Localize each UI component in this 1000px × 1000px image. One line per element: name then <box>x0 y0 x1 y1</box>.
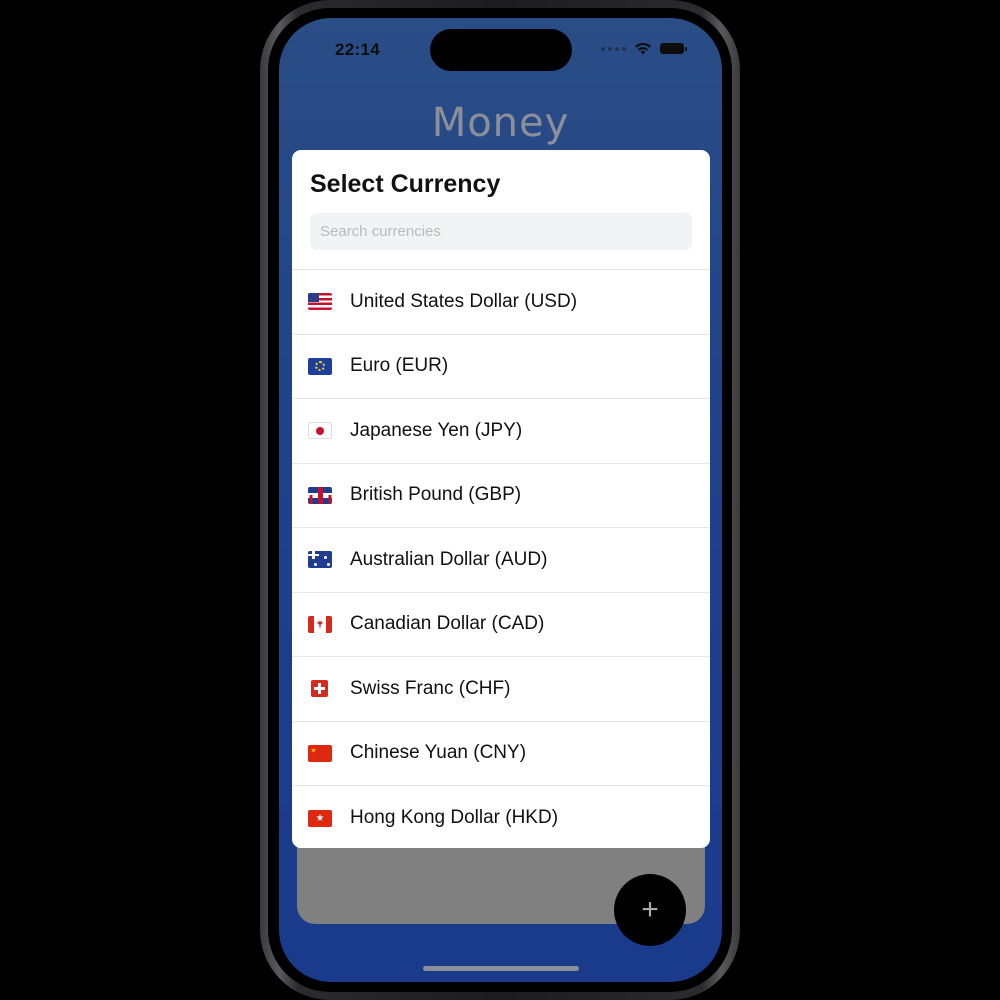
currency-row-eur[interactable]: Euro (EUR) <box>292 335 710 399</box>
status-icons <box>601 42 687 55</box>
currency-label: Japanese Yen (JPY) <box>350 419 523 441</box>
app-title: Money <box>431 100 570 146</box>
battery-icon <box>660 43 687 54</box>
currency-row-jpy[interactable]: Japanese Yen (JPY) <box>292 399 710 464</box>
eu-flag-icon <box>308 357 332 375</box>
ca-flag-icon <box>308 615 332 633</box>
wifi-icon <box>634 42 652 55</box>
currency-label: Australian Dollar (AUD) <box>350 548 548 570</box>
dynamic-island <box>430 29 572 71</box>
currency-row-gbp[interactable]: British Pound (GBP) <box>292 464 710 528</box>
currency-row-usd[interactable]: United States Dollar (USD) <box>292 270 710 335</box>
currency-row-aud[interactable]: Australian Dollar (AUD) <box>292 528 710 593</box>
search-currencies-input[interactable] <box>310 213 692 250</box>
currency-list: United States Dollar (USD) Euro (EUR) Ja… <box>292 270 710 848</box>
currency-label: Swiss Franc (CHF) <box>350 677 511 699</box>
status-time: 22:14 <box>335 40 380 59</box>
gb-flag-icon <box>308 486 332 504</box>
add-button[interactable]: + <box>614 874 686 946</box>
device-canvas: 22:14 Money + Select Currency Search cur… <box>0 0 1000 1000</box>
currency-row-cad[interactable]: Canadian Dollar (CAD) <box>292 593 710 657</box>
currency-label: Canadian Dollar (CAD) <box>350 613 545 635</box>
currency-label: Chinese Yuan (CNY) <box>350 742 527 764</box>
currency-row-chf[interactable]: Swiss Franc (CHF) <box>292 657 710 722</box>
currency-label: United States Dollar (USD) <box>350 290 578 312</box>
currency-label: Hong Kong Dollar (HKD) <box>350 807 559 829</box>
currency-label: Euro (EUR) <box>350 355 449 377</box>
cellular-signal-icon <box>601 46 626 51</box>
us-flag-icon <box>308 293 332 311</box>
currency-row-hkd[interactable]: Hong Kong Dollar (HKD) <box>292 786 710 848</box>
modal-title: Select Currency <box>310 170 501 198</box>
jp-flag-icon <box>308 422 332 440</box>
phone-screen: 22:14 Money + Select Currency Search cur… <box>279 18 722 982</box>
au-flag-icon <box>308 551 332 569</box>
currency-picker-modal: Select Currency United States Dollar (US… <box>292 150 710 848</box>
ch-flag-icon <box>311 680 328 698</box>
home-indicator[interactable] <box>423 966 579 971</box>
currency-row-cny[interactable]: Chinese Yuan (CNY) <box>292 722 710 786</box>
cn-flag-icon <box>308 744 332 762</box>
currency-label: British Pound (GBP) <box>350 484 522 506</box>
hk-flag-icon <box>308 809 332 827</box>
